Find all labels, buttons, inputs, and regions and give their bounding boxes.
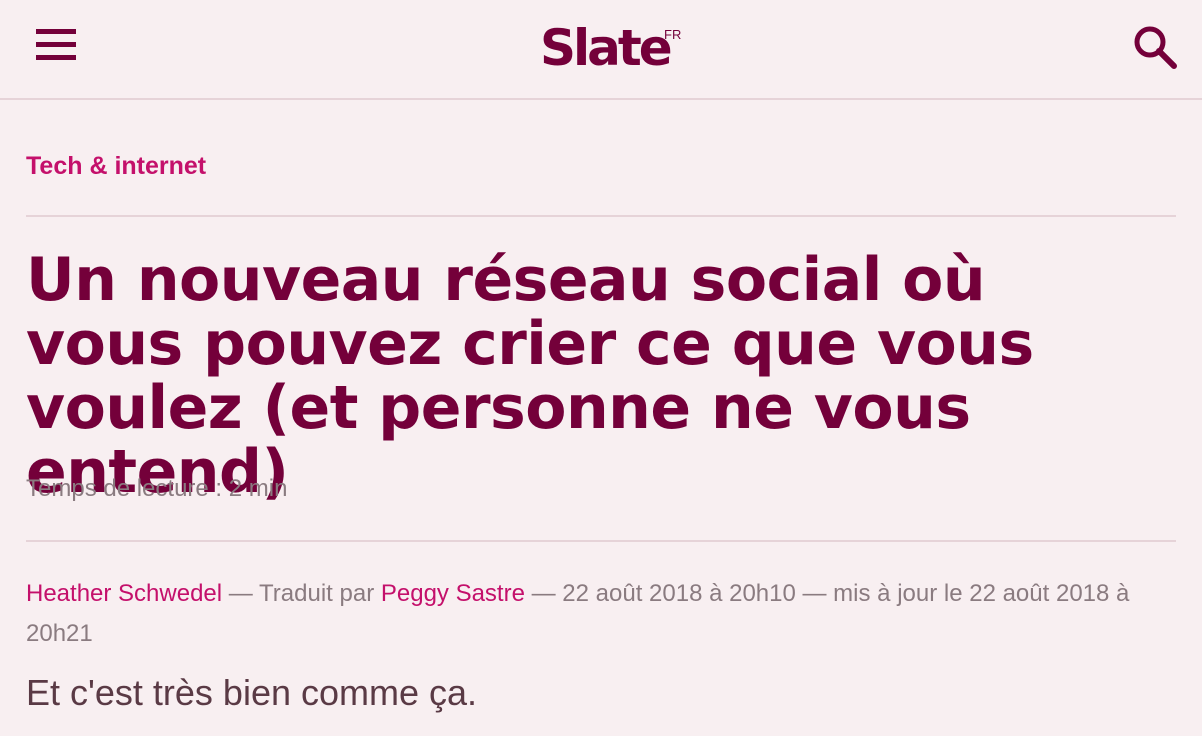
reading-time: Temps de lecture : 2 min — [26, 475, 288, 502]
hamburger-menu-icon[interactable] — [36, 29, 76, 61]
site-header: Slate FR — [0, 0, 1202, 100]
article-byline: Heather Schwedel — Traduit par Peggy Sas… — [26, 574, 1146, 654]
article-category-link[interactable]: Tech & internet — [26, 152, 206, 181]
divider — [26, 540, 1176, 542]
logo-edition-label: FR — [664, 27, 682, 42]
article-title: Un nouveau réseau social où vous pouvez … — [26, 245, 1034, 507]
article-subtitle: Et c'est très bien comme ça. — [26, 672, 478, 713]
translator-link[interactable]: Peggy Sastre — [381, 580, 525, 607]
translated-by-label: — Traduit par — [222, 580, 381, 607]
site-logo[interactable]: Slate — [540, 18, 673, 78]
divider — [26, 215, 1176, 217]
search-icon[interactable] — [1132, 24, 1178, 70]
author-link[interactable]: Heather Schwedel — [26, 580, 222, 607]
